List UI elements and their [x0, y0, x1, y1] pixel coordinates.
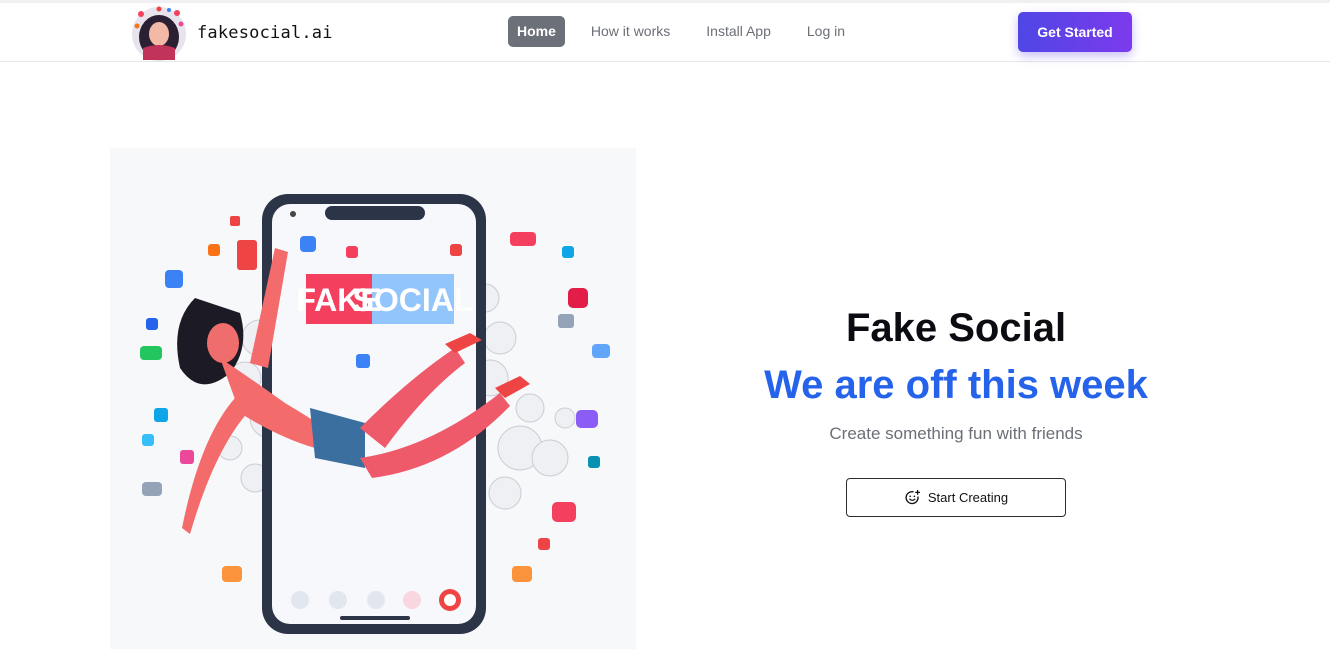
hero-description: Create something fun with friends — [829, 424, 1083, 443]
smiley-plus-icon — [905, 489, 920, 505]
hero-illustration: FAKE SOCIAL — [110, 148, 636, 649]
logo-social-text: SOCIAL — [353, 282, 474, 318]
main-nav: Home How it works Install App Log in — [508, 16, 872, 47]
brand[interactable]: fakesocial.ai — [129, 4, 333, 62]
get-started-button[interactable]: Get Started — [1018, 12, 1132, 52]
hero-subtitle: We are off this week — [764, 363, 1148, 407]
site-header: fakesocial.ai Home How it works Install … — [0, 3, 1330, 62]
logo-avatar — [132, 6, 186, 61]
phone-illustration: FAKE SOCIAL — [140, 194, 610, 634]
hero-title: Fake Social — [845, 306, 1067, 350]
nav-how-it-works[interactable]: How it works — [582, 16, 679, 47]
nav-home[interactable]: Home — [508, 16, 565, 47]
start-creating-label: Start Creating — [927, 490, 1009, 505]
nav-install-app[interactable]: Install App — [697, 16, 780, 47]
start-creating-button[interactable]: Start Creating — [846, 478, 1066, 517]
nav-log-in[interactable]: Log in — [798, 16, 854, 47]
hero-text: Fake Social We are off this week Create … — [700, 300, 1212, 444]
brand-name: fakesocial.ai — [197, 23, 333, 43]
